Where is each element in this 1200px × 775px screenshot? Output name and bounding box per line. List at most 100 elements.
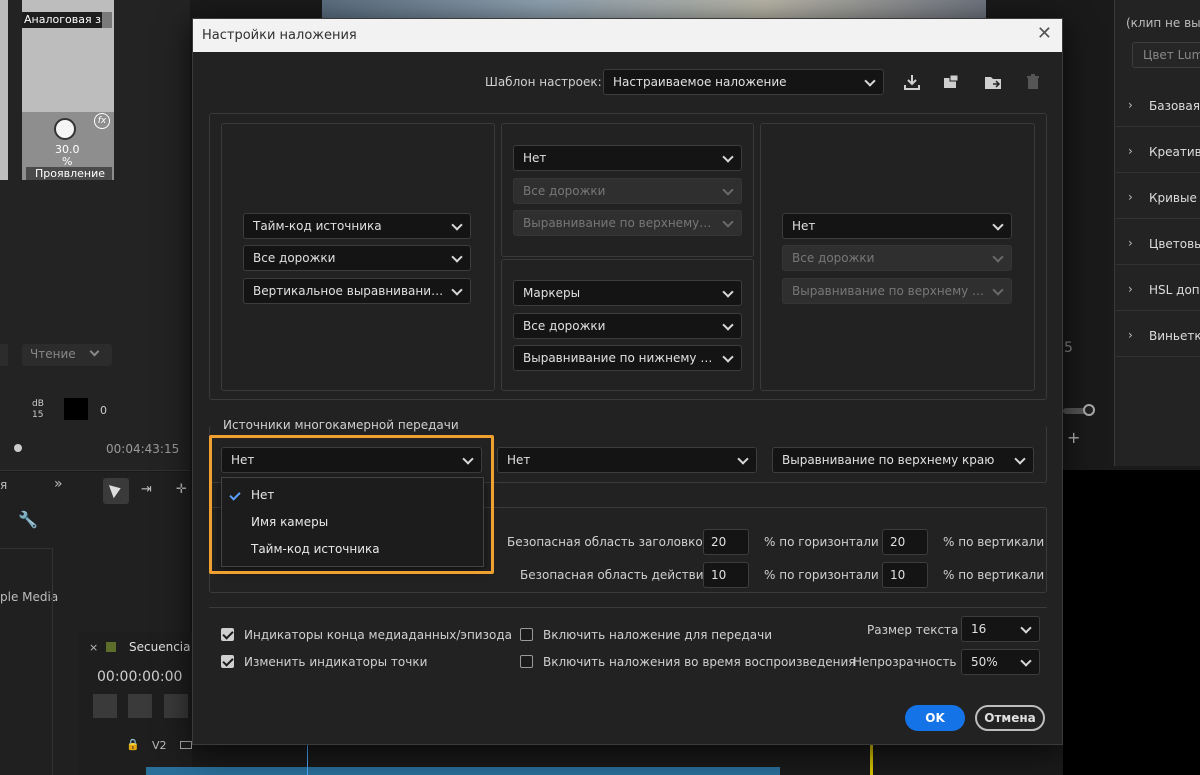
chevron-down-icon	[723, 146, 733, 170]
export-preset-icon[interactable]	[983, 72, 1003, 92]
close-icon[interactable]: ✕	[1037, 24, 1052, 44]
chevron-down-icon	[463, 448, 473, 472]
db-label: dB	[32, 399, 44, 409]
section-divider	[1116, 310, 1200, 311]
text-size-select[interactable]: 16	[961, 616, 1040, 642]
section-vignette[interactable]: Виньетка	[1149, 329, 1200, 343]
action-safe-horizontal-input[interactable]: 10	[703, 562, 749, 588]
level-meter	[64, 398, 88, 420]
bottom-align-select[interactable]: Выравнивание по нижнему краю	[513, 345, 742, 371]
section-chevron-icon: ›	[1128, 144, 1133, 158]
wrench-icon[interactable]: 🔧	[18, 510, 38, 529]
import-preset-icon[interactable]	[902, 72, 922, 92]
timeline-close-icon[interactable]: ×	[89, 641, 98, 654]
multicam-select-1[interactable]: Нет	[221, 447, 482, 473]
top-align-value: Выравнивание по верхнему кр...	[523, 216, 730, 230]
multicam-select-3-value: Выравнивание по верхнему краю	[782, 453, 995, 467]
panel-divider	[0, 470, 190, 471]
right-tracks-value: Все дорожки	[792, 251, 875, 265]
trash-icon[interactable]	[1023, 72, 1043, 92]
program-monitor-black	[1063, 470, 1200, 775]
dropdown-option-source-timecode[interactable]: Тайм-код источника	[222, 536, 483, 562]
chevron-down-icon	[723, 314, 733, 338]
enable-playback-label: Включить наложения во время воспроизведе…	[543, 655, 856, 669]
enable-playback-checkbox[interactable]	[520, 655, 533, 668]
zoom-slider-handle[interactable]	[1083, 404, 1095, 416]
effect-slot-dropdown[interactable]	[102, 12, 112, 28]
snap-button[interactable]	[93, 694, 117, 718]
action-safe-vertical-input[interactable]: 10	[882, 562, 928, 588]
chevron-down-icon	[452, 214, 462, 238]
left-align-select[interactable]: Вертикальное выравнивание п...	[243, 278, 471, 304]
fx-icon[interactable]: fx	[94, 113, 110, 129]
end-indicators-checkbox[interactable]	[221, 628, 234, 641]
top-source-select[interactable]: Нет	[513, 145, 742, 171]
chevron-down-icon	[993, 279, 1003, 303]
action-horizontal-unit: % по горизонтали	[764, 568, 879, 582]
text-size-value: 16	[971, 622, 987, 636]
section-divider	[1116, 126, 1200, 127]
playhead-line	[307, 745, 308, 775]
right-source-select[interactable]: Нет	[782, 213, 1012, 239]
playhead-dot	[14, 444, 22, 452]
chevron-down-icon	[1015, 448, 1025, 472]
sequence-name[interactable]: Secuencia 0	[129, 640, 202, 654]
volume-knob[interactable]	[54, 118, 76, 140]
left-tracks-select[interactable]: Все дорожки	[243, 245, 471, 271]
opacity-select[interactable]: 50%	[961, 649, 1040, 675]
right-tracks-select: Все дорожки	[782, 245, 1012, 271]
chevron-down-icon	[993, 214, 1003, 238]
panel-menu-icon[interactable]: »	[54, 476, 63, 492]
track-select-icon[interactable]: ⇥	[141, 482, 152, 497]
section-divider	[1116, 356, 1200, 357]
left-source-select[interactable]: Тайм-код источника	[243, 213, 471, 239]
luma-button-label: Цвет Lum	[1143, 48, 1200, 62]
top-align-select: Выравнивание по верхнему кр...	[513, 210, 742, 236]
section-color-wheels[interactable]: Цветовы	[1149, 237, 1200, 251]
add-button-icon[interactable]: +	[1067, 428, 1080, 447]
title-safe-vertical-input[interactable]: 20	[882, 529, 928, 555]
multicam-select-2[interactable]: Нет	[497, 447, 757, 473]
marker-button[interactable]	[164, 694, 188, 718]
sequence-color-swatch	[106, 642, 116, 652]
section-basic[interactable]: Базовая	[1149, 99, 1200, 113]
dropdown-option-none[interactable]: Нет	[222, 482, 483, 508]
cancel-button[interactable]: Отмена	[975, 705, 1045, 731]
dialog-title: Настройки наложения	[202, 28, 357, 43]
section-curves[interactable]: Кривые	[1149, 191, 1197, 205]
track-output-icon[interactable]	[180, 741, 192, 749]
project-tab[interactable]: я	[0, 478, 7, 492]
preset-select[interactable]: Настраиваемое наложение	[603, 69, 884, 95]
link-button[interactable]	[128, 694, 152, 718]
right-align-select: Выравнивание по верхнему кр...	[782, 278, 1012, 304]
dropdown-option-label: Имя камеры	[251, 515, 329, 529]
title-safe-horizontal-input[interactable]: 20	[703, 529, 749, 555]
lumetri-divider	[1114, 0, 1115, 466]
timeline-timecode[interactable]: 00:00:00:00	[97, 669, 182, 685]
clip-note: (клип не выб	[1126, 16, 1200, 30]
media-browser-label[interactable]: ple Media	[0, 590, 58, 604]
monitor-number: 5	[1064, 340, 1073, 356]
enable-transmit-label: Включить наложение для передачи	[543, 628, 773, 642]
ok-button[interactable]: OK	[905, 705, 965, 731]
section-hsl[interactable]: HSL доп	[1149, 283, 1200, 297]
chevron-down-icon	[993, 246, 1003, 270]
mixer-strip-left	[0, 0, 8, 180]
right-align-value: Выравнивание по верхнему кр...	[792, 284, 999, 298]
bottom-tracks-select[interactable]: Все дорожки	[513, 313, 742, 339]
save-preset-icon[interactable]	[941, 72, 961, 92]
multicam-select-3[interactable]: Выравнивание по верхнему краю	[772, 447, 1034, 473]
bottom-source-select[interactable]: Маркеры	[513, 280, 742, 306]
ripple-icon[interactable]: ✛	[176, 482, 187, 497]
db-scale: 15	[32, 410, 44, 420]
title-horizontal-unit: % по горизонтали	[764, 535, 879, 549]
title-safe-label: Безопасная область заголовков	[507, 535, 710, 549]
point-indicators-checkbox[interactable]	[221, 655, 234, 668]
enable-transmit-checkbox[interactable]	[520, 628, 533, 641]
media-vline	[52, 548, 53, 775]
lock-icon[interactable]: 🔒	[126, 738, 140, 751]
dropdown-option-camera-name[interactable]: Имя камеры	[222, 509, 483, 535]
dialog-titlebar[interactable]: Настройки наложения ✕	[193, 19, 1062, 52]
section-creative[interactable]: Креатив	[1149, 145, 1200, 159]
end-indicators-label: Индикаторы конца медиаданных/эпизода	[244, 628, 512, 642]
